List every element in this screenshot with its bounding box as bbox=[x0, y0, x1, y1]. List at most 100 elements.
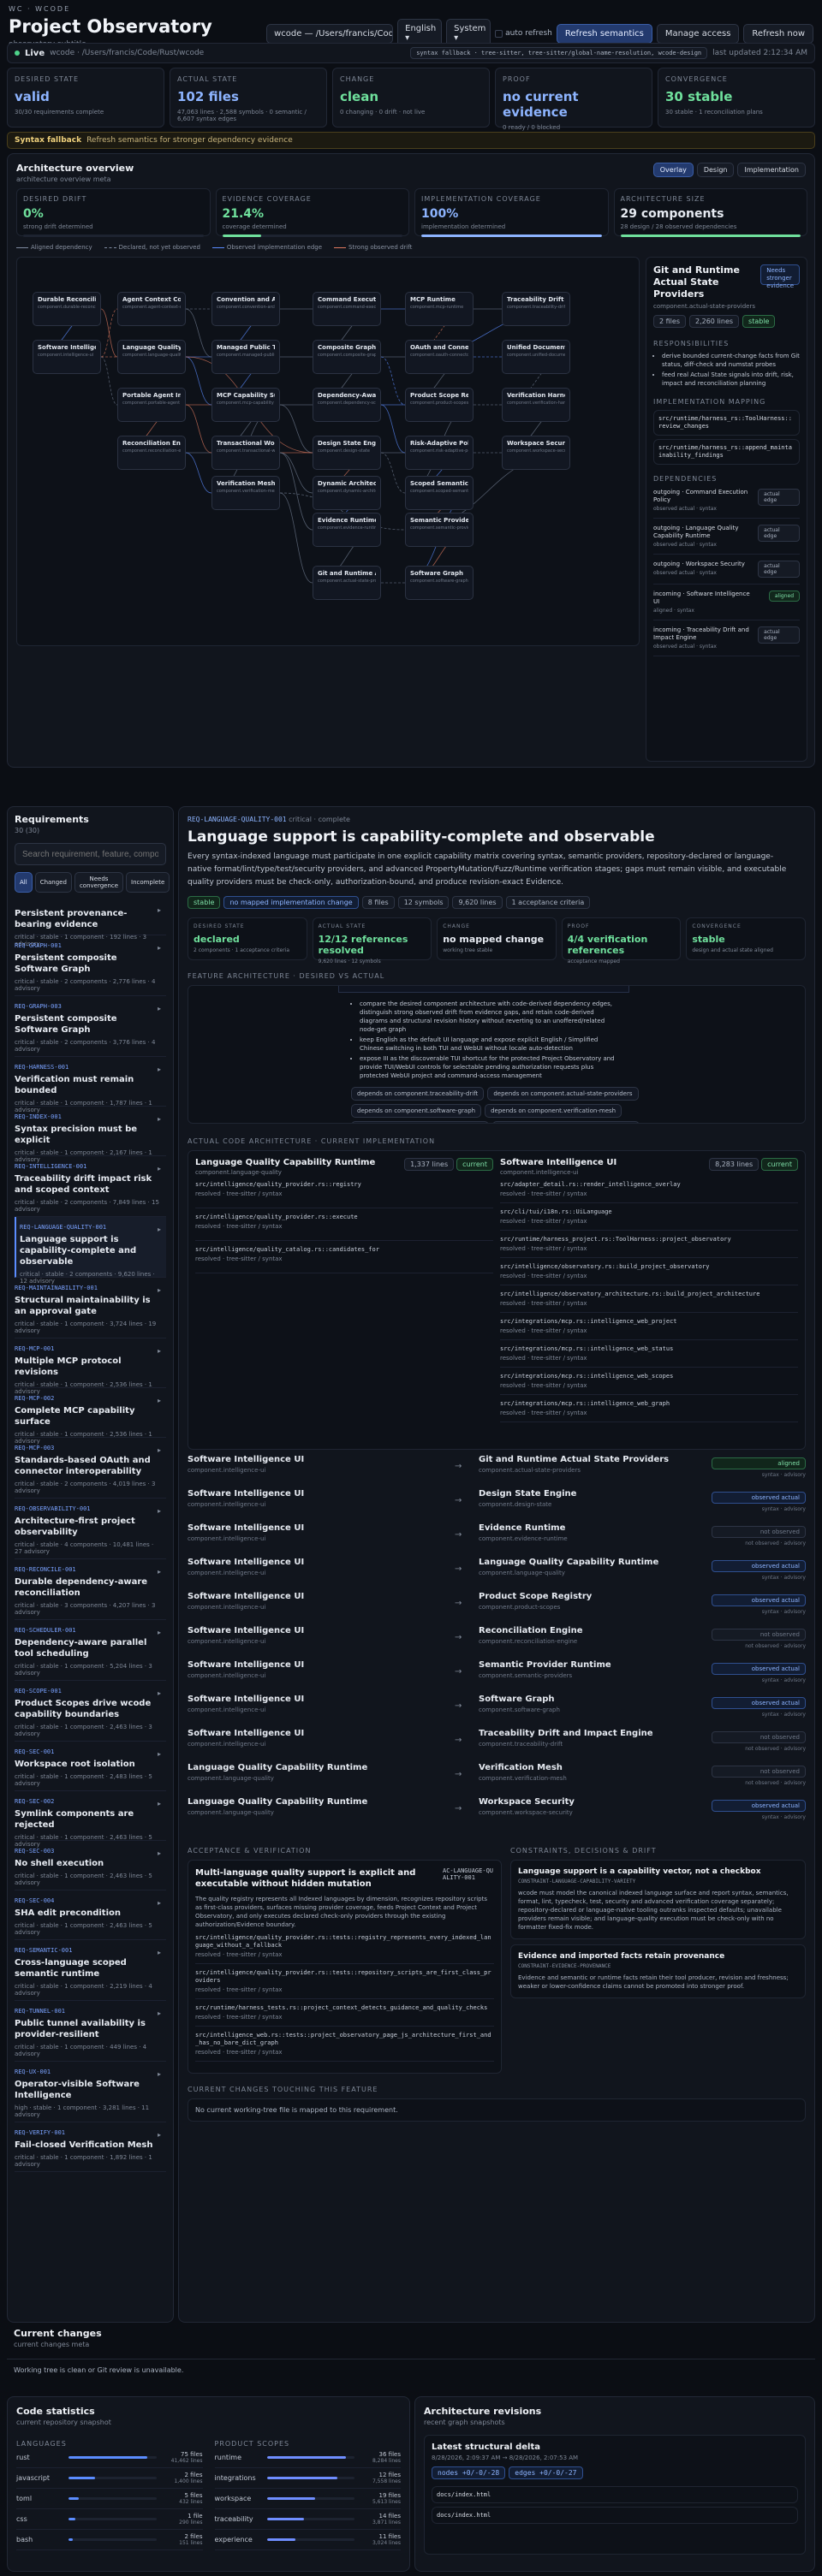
requirement-item[interactable]: REQ-OBSERVABILITY-001 Architecture-first … bbox=[15, 1499, 166, 1559]
code-reference[interactable]: src/integrations/mcp.rs::intelligence_we… bbox=[500, 1368, 798, 1395]
auto-refresh-toggle[interactable]: auto refresh bbox=[495, 29, 552, 38]
graph-node[interactable]: Agent Context Compiler component.agent-co… bbox=[117, 292, 186, 326]
requirement-item[interactable]: REQ-HARNESS-001 Verification must remain … bbox=[15, 1057, 166, 1113]
requirement-item[interactable]: REQ-RECONCILE-001 Durable dependency-awar… bbox=[15, 1559, 166, 1620]
graph-node[interactable]: Software Graph component.software-graph bbox=[405, 566, 474, 600]
graph-node[interactable]: Workspace Securitycomponent.workspace-se… bbox=[502, 436, 570, 470]
edge-target[interactable]: Software Graph component.software-graph bbox=[479, 1695, 701, 1729]
requirements-search[interactable] bbox=[15, 843, 166, 865]
filter-all[interactable]: All bbox=[15, 872, 33, 893]
tab-implementation[interactable]: Implementation bbox=[737, 163, 806, 177]
edge-target[interactable]: Product Scope Registry component.product-… bbox=[479, 1592, 701, 1626]
requirement-item[interactable]: REQ-MAINTAINABILITY-001 Structural mainta… bbox=[15, 1278, 166, 1338]
edge-source[interactable]: Language Quality Capability Runtime compo… bbox=[188, 1797, 444, 1831]
graph-node[interactable]: Convention and Archite... component.conve… bbox=[211, 292, 280, 326]
requirement-item[interactable]: REQ-SEC-004 SHA edit precondition critical… bbox=[15, 1890, 166, 1940]
inspector-dependency[interactable]: outgoing · Workspace Security observed ac… bbox=[653, 555, 800, 585]
graph-node[interactable]: Verification Mesh component.verification-… bbox=[211, 476, 280, 510]
graph-node[interactable]: Traceability Drift and... component.trace… bbox=[502, 292, 570, 326]
edge-source[interactable]: Software Intelligence UI component.intell… bbox=[188, 1695, 444, 1729]
requirement-item[interactable]: REQ-INTELLIGENCE-001 Traceability drift i… bbox=[15, 1156, 166, 1217]
graph-node[interactable]: Reconciliation Enginecomponent.reconcili… bbox=[117, 436, 186, 470]
edge-target[interactable]: Design State Engine component.design-stat… bbox=[479, 1489, 701, 1523]
requirement-item[interactable]: REQ-SCOPE-001 Product Scopes drive wcode … bbox=[15, 1681, 166, 1742]
graph-node[interactable]: Language Quality Capab... component.langu… bbox=[117, 340, 186, 374]
acceptance-reference[interactable]: src/runtime/harness_tests.rs::project_co… bbox=[195, 1999, 494, 2027]
graph-node[interactable]: MCP Runtime component.mcp-runtime bbox=[405, 292, 474, 326]
graph-node[interactable]: Product Scope Registry component.product-… bbox=[405, 388, 474, 422]
requirement-item[interactable]: REQ-SEC-003 No shell execution critical · … bbox=[15, 1841, 166, 1890]
graph-node[interactable]: Unified Documentation ... component.unifi… bbox=[502, 340, 570, 374]
architecture-graph[interactable]: Durable Reconciliation... component.durab… bbox=[16, 257, 640, 646]
checkbox[interactable] bbox=[495, 29, 503, 38]
graph-node[interactable]: Dependency-Aware Sched... component.depen… bbox=[313, 388, 381, 422]
filter-incomplete[interactable]: Incomplete bbox=[126, 872, 170, 893]
requirement-item[interactable]: REQ-SEC-001 Workspace root isolation criti… bbox=[15, 1742, 166, 1791]
graph-node[interactable]: Durable Reconciliation... component.durab… bbox=[33, 292, 101, 326]
code-reference[interactable]: src/integrations/mcp.rs::intelligence_we… bbox=[500, 1395, 798, 1422]
requirement-item[interactable]: REQ-SCHEDULER-001 Dependency-aware parall… bbox=[15, 1620, 166, 1681]
graph-node[interactable]: Transactional Workspa...component.transa… bbox=[211, 436, 280, 470]
edge-source[interactable]: Software Intelligence UI component.intell… bbox=[188, 1626, 444, 1660]
edge-source[interactable]: Software Intelligence UI component.intell… bbox=[188, 1489, 444, 1523]
graph-node[interactable]: Risk-Adaptive Policy E...component.risk-… bbox=[405, 436, 474, 470]
edge-target[interactable]: Workspace Security component.workspace-se… bbox=[479, 1797, 701, 1831]
revision-card[interactable]: Latest structural delta 8/28/2026, 2:09:… bbox=[424, 2435, 806, 2555]
graph-node[interactable]: Software Intelligence UI component.intell… bbox=[33, 340, 101, 374]
requirement-item[interactable]: REQ-UX-001 Operator-visible Software Inte… bbox=[15, 2062, 166, 2122]
requirement-item[interactable]: REQ-GRAPH-003 Persistent composite Softwa… bbox=[15, 996, 166, 1057]
code-reference[interactable]: src/intelligence/observatory.rs::build_p… bbox=[500, 1258, 798, 1285]
inspector-dependency[interactable]: incoming · Software Intelligence UI align… bbox=[653, 585, 800, 620]
edge-target[interactable]: Evidence Runtime component.evidence-runti… bbox=[479, 1523, 701, 1558]
code-reference[interactable]: src/runtime/harness_project.rs::ToolHarn… bbox=[500, 1231, 798, 1258]
edge-source[interactable]: Software Intelligence UI component.intell… bbox=[188, 1523, 444, 1558]
edge-source[interactable]: Software Intelligence UI component.intell… bbox=[188, 1660, 444, 1695]
requirement-item[interactable]: REQ-INDEX-001 Syntax precision must be ex… bbox=[15, 1107, 166, 1163]
requirement-item[interactable]: REQ-SEC-002 Symlink components are reject… bbox=[15, 1791, 166, 1848]
graph-node[interactable]: Command Execution Policy component.comman… bbox=[313, 292, 381, 326]
feature-dependency[interactable]: depends on component.verification-mesh bbox=[485, 1104, 622, 1118]
manage-access-button[interactable]: Manage access bbox=[656, 23, 740, 44]
graph-node[interactable]: OAuth and Connector In... component.oauth… bbox=[405, 340, 474, 374]
graph-node[interactable]: Composite Graph Persis... component.compo… bbox=[313, 340, 381, 374]
edge-source[interactable]: Language Quality Capability Runtime compo… bbox=[188, 1763, 444, 1797]
inspector-dependency[interactable]: incoming · Traceability Drift and Impact… bbox=[653, 620, 800, 656]
inspector-dependency[interactable]: outgoing · Command Execution Policy obser… bbox=[653, 483, 800, 519]
edge-target[interactable]: Semantic Provider Runtime component.seman… bbox=[479, 1660, 701, 1695]
requirement-item[interactable]: REQ-MCP-002 Complete MCP capability surfa… bbox=[15, 1388, 166, 1445]
edge-source[interactable]: Software Intelligence UI component.intell… bbox=[188, 1455, 444, 1489]
edge-target[interactable]: Language Quality Capability Runtime compo… bbox=[479, 1558, 701, 1592]
code-reference[interactable]: src/integrations/mcp.rs::intelligence_we… bbox=[500, 1340, 798, 1368]
feature-dependency[interactable]: depends on component.reconciliation-engi… bbox=[491, 1121, 640, 1123]
code-reference[interactable]: src/adapter_detail.rs::render_intelligen… bbox=[500, 1176, 798, 1203]
refresh-now-button[interactable]: Refresh now bbox=[743, 23, 813, 44]
edge-target[interactable]: Traceability Drift and Impact Engine comp… bbox=[479, 1729, 701, 1763]
tab-design[interactable]: Design bbox=[696, 163, 735, 177]
edge-source[interactable]: Software Intelligence UI component.intell… bbox=[188, 1729, 444, 1763]
graph-node[interactable]: Managed Public Tunnel ... component.manag… bbox=[211, 340, 280, 374]
feature-dependency[interactable]: depends on component.traceability-drift bbox=[351, 1087, 485, 1101]
feature-dependency[interactable]: depends on component.evidence-runtime bbox=[351, 1121, 489, 1123]
requirement-item[interactable]: REQ-GRAPH-001 Persistent composite Softwa… bbox=[15, 935, 166, 996]
edge-source[interactable]: Software Intelligence UI component.intell… bbox=[188, 1558, 444, 1592]
requirement-item[interactable]: REQ-LANGUAGE-QUALITY-001 Language support… bbox=[15, 1217, 166, 1285]
feature-dependency[interactable]: depends on component.software-graph bbox=[351, 1104, 482, 1118]
requirement-item[interactable]: REQ-VERIFY-001 Fail-closed Verification M… bbox=[15, 2122, 166, 2172]
edge-target[interactable]: Verification Mesh component.verification-… bbox=[479, 1763, 701, 1797]
code-reference[interactable]: src/intelligence/quality_catalog.rs::can… bbox=[195, 1241, 493, 1273]
inspector-dependency[interactable]: outgoing · Language Quality Capability R… bbox=[653, 519, 800, 555]
refresh-semantics-button[interactable]: Refresh semantics bbox=[556, 23, 652, 44]
edge-source[interactable]: Software Intelligence UI component.intell… bbox=[188, 1592, 444, 1626]
feature-dependency[interactable]: depends on component.actual-state-provid… bbox=[487, 1087, 639, 1101]
edge-target[interactable]: Reconciliation Engine component.reconcili… bbox=[479, 1626, 701, 1660]
graph-node[interactable]: Portable Agent Integra... component.porta… bbox=[117, 388, 186, 422]
graph-node[interactable]: Dynamic Architecture ... component.dynami… bbox=[313, 476, 381, 510]
edge-target[interactable]: Git and Runtime Actual State Providers co… bbox=[479, 1455, 701, 1489]
workspace-select[interactable]: wcode — /Users/francis/Code/Rust ▾ bbox=[266, 23, 394, 44]
graph-node[interactable]: Semantic Provider Runt...component.seman… bbox=[405, 513, 474, 547]
requirement-item[interactable]: REQ-MCP-001 Multiple MCP protocol revisio… bbox=[15, 1338, 166, 1395]
requirement-item[interactable]: REQ-MCP-003 Standards-based OAuth and con… bbox=[15, 1438, 166, 1499]
graph-node[interactable]: MCP Capability Surface component.mcp-capa… bbox=[211, 388, 280, 422]
graph-node[interactable]: Design State Enginecomponent.design-stat… bbox=[313, 436, 381, 470]
requirement-item[interactable]: REQ-TUNNEL-001 Public tunnel availability… bbox=[15, 2001, 166, 2062]
